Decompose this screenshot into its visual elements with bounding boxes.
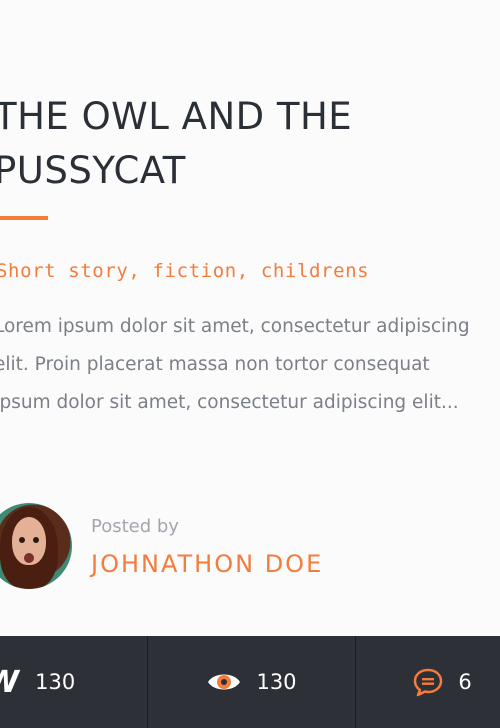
article-card: THE OWL AND THE PUSSYCAT Short story, fi… (0, 0, 500, 728)
posted-by-label: Posted by (91, 516, 179, 537)
article-tags[interactable]: Short story, fiction, childrens (0, 260, 369, 282)
avatar-eye-right (33, 537, 39, 543)
comment-icon (412, 667, 444, 697)
likes-count: 130 (35, 670, 76, 694)
eye-icon (206, 670, 242, 694)
comments-count: 6 (458, 670, 472, 694)
author-name[interactable]: JOHNATHON DOE (91, 550, 323, 578)
comments-stat[interactable]: 6 (355, 636, 500, 728)
author-avatar[interactable] (0, 503, 72, 589)
views-count: 130 (256, 670, 297, 694)
stats-bar: W 130 130 6 (0, 636, 500, 728)
avatar-eye-left (19, 537, 25, 543)
article-title[interactable]: THE OWL AND THE PUSSYCAT (0, 90, 352, 198)
w-logo-icon: W (0, 665, 19, 700)
avatar-mouth (24, 553, 34, 563)
article-excerpt: Lorem ipsum dolor sit amet, consectetur … (0, 316, 470, 413)
views-stat[interactable]: 130 (147, 636, 355, 728)
title-accent-divider (0, 216, 48, 220)
likes-stat[interactable]: W 130 (0, 636, 147, 728)
